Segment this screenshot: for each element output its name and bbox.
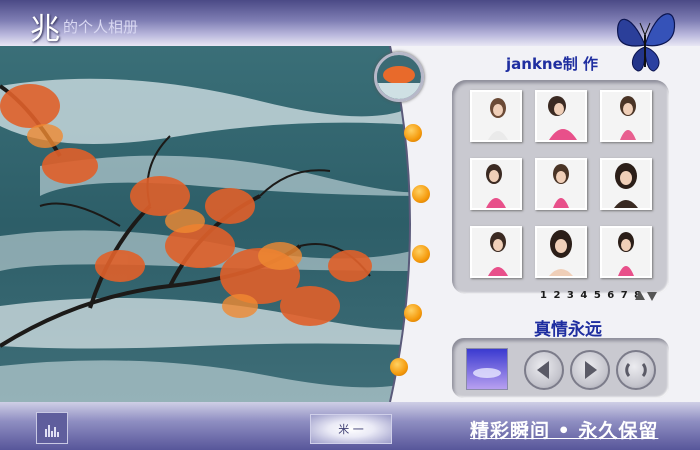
music-button[interactable]: 米 一 bbox=[310, 414, 392, 444]
portrait-thumbnail-icon bbox=[602, 228, 650, 276]
portrait-thumbnail-icon bbox=[537, 160, 585, 208]
thumbnail-5[interactable] bbox=[535, 158, 587, 210]
photo-nav-dot[interactable] bbox=[412, 245, 430, 263]
page-title: 的个人相册 bbox=[63, 18, 139, 36]
page-link[interactable]: 6 bbox=[607, 290, 615, 301]
portrait-thumbnail-icon bbox=[472, 228, 520, 276]
album-window: 兆 的个人相册 jankne制 作 1 2 3 4 5 6 7 8 真情永远 米… bbox=[0, 0, 700, 450]
page-down-icon[interactable] bbox=[647, 292, 657, 301]
portrait-thumbnail-icon bbox=[602, 160, 650, 208]
thumbnail-7[interactable] bbox=[470, 226, 522, 278]
thumbnail-6[interactable] bbox=[600, 158, 652, 210]
logo: 兆 bbox=[30, 12, 60, 47]
main-photo bbox=[0, 46, 430, 402]
equalizer-icon[interactable] bbox=[36, 412, 68, 444]
thumbnail-4[interactable] bbox=[470, 158, 522, 210]
thumbnail-1[interactable] bbox=[470, 90, 522, 142]
loop-icon bbox=[625, 363, 647, 377]
prev-icon bbox=[537, 361, 549, 379]
page-link[interactable]: 2 bbox=[553, 290, 561, 301]
page-link[interactable]: 3 bbox=[567, 290, 575, 301]
footer-slogan: 精彩瞬间 • 永久保留 bbox=[470, 420, 659, 442]
page-numbers: 1 2 3 4 5 6 7 8 bbox=[540, 290, 643, 301]
current-image-icon[interactable] bbox=[466, 348, 508, 390]
portrait-thumbnail-icon bbox=[472, 92, 520, 140]
music-label: 米 一 bbox=[338, 423, 364, 436]
next-button[interactable] bbox=[570, 350, 610, 390]
thumbnail-2[interactable] bbox=[535, 90, 587, 142]
photo-nav-dot[interactable] bbox=[404, 304, 422, 322]
thumbnail-3[interactable] bbox=[600, 90, 652, 142]
credit-text: jankne制 作 bbox=[506, 55, 598, 73]
page-link[interactable]: 7 bbox=[621, 290, 629, 301]
page-link[interactable]: 4 bbox=[580, 290, 588, 301]
photo-preview-icon[interactable] bbox=[374, 52, 424, 102]
page-link[interactable]: 5 bbox=[594, 290, 602, 301]
river-autumn-photo bbox=[0, 46, 411, 402]
loop-button[interactable] bbox=[616, 350, 656, 390]
photo-nav-dot[interactable] bbox=[390, 358, 408, 376]
portrait-thumbnail-icon bbox=[537, 228, 585, 276]
portrait-thumbnail-icon bbox=[602, 92, 650, 140]
thumbnail-9[interactable] bbox=[600, 226, 652, 278]
page-link[interactable]: 1 bbox=[540, 290, 548, 301]
photo-nav-dot[interactable] bbox=[412, 185, 430, 203]
photo-nav-dot[interactable] bbox=[404, 124, 422, 142]
motto-text: 真情永远 bbox=[534, 320, 602, 340]
header-bar: 兆 的个人相册 bbox=[0, 0, 700, 47]
page-up-icon[interactable] bbox=[635, 291, 645, 300]
portrait-thumbnail-icon bbox=[537, 92, 585, 140]
thumbnail-8[interactable] bbox=[535, 226, 587, 278]
prev-button[interactable] bbox=[524, 350, 564, 390]
portrait-thumbnail-icon bbox=[472, 160, 520, 208]
next-icon bbox=[585, 361, 597, 379]
butterfly-icon bbox=[617, 13, 676, 72]
